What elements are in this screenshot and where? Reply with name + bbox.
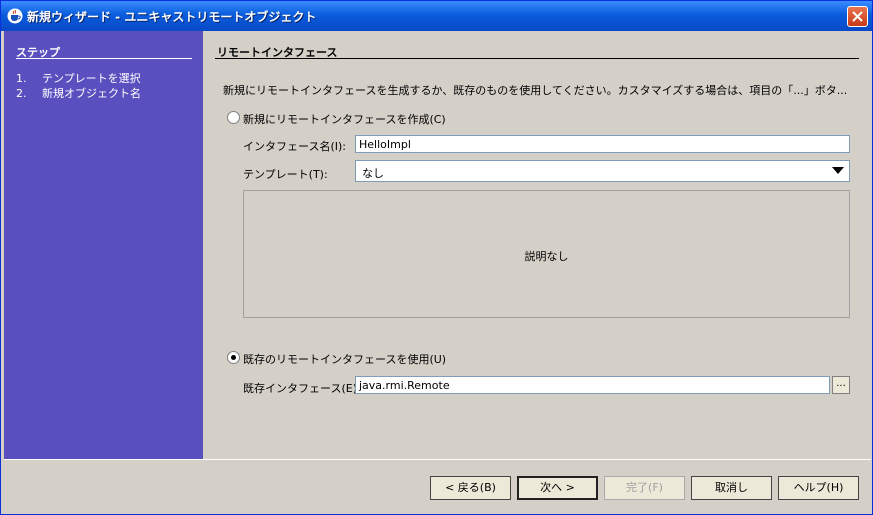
title-bar[interactable]: 新規ウィザード - ユニキャストリモートオブジェクト [1,1,872,31]
new-interface-radio-label[interactable]: 新規にリモートインタフェースを作成(C) [243,111,446,127]
step-number: 2. [16,87,27,100]
java-cup-icon [7,8,23,24]
step-label: 新規オブジェクト名 [42,87,141,100]
template-label: テンプレート(T): [243,168,328,181]
panel-description: 新規にリモートインタフェースを生成するか、既存のものを使用してください。カスタマ… [223,84,848,97]
template-select-value: なし [362,167,384,180]
browse-button[interactable]: ... [832,376,850,394]
cancel-button[interactable]: 取消し [691,476,772,500]
close-button[interactable] [847,6,868,27]
template-select[interactable]: なし [355,160,850,182]
next-button[interactable]: 次へ > [517,476,598,500]
steps-panel: ステップ 1. テンプレートを選択 2. 新規オブジェクト名 [4,31,203,459]
wizard-window: 新規ウィザード - ユニキャストリモートオブジェクト ステップ 1. テンプレート… [0,0,873,515]
new-interface-radio[interactable] [227,111,240,124]
template-description: 説明なし [524,250,569,263]
button-bar-divider [4,459,871,460]
step-item: 1. テンプレートを選択 [16,70,141,86]
existing-interface-radio-label[interactable]: 既存のリモートインタフェースを使用(U) [243,351,446,367]
step-label: テンプレートを選択 [42,72,141,85]
close-icon [852,11,863,22]
interface-name-label: インタフェース名(I): [243,140,346,153]
step-number: 1. [16,72,27,85]
existing-interface-input[interactable]: java.rmi.Remote [355,376,830,394]
chevron-down-icon[interactable] [832,167,844,174]
finish-button[interactable]: 完了(F) [604,476,685,500]
template-description-box: 説明なし [243,190,850,318]
help-button[interactable]: ヘルプ(H) [778,476,859,500]
back-button[interactable]: < 戻る(B) [430,476,511,500]
step-item: 2. 新規オブジェクト名 [16,85,141,101]
panel-title-divider [215,58,859,59]
existing-interface-radio[interactable] [227,351,240,364]
steps-divider [16,58,192,59]
content-panel: リモートインタフェース 新規にリモートインタフェースを生成するか、既存のものを使… [203,31,871,459]
existing-interface-label: 既存インタフェース(E): [243,382,361,395]
window-title: 新規ウィザード - ユニキャストリモートオブジェクト [27,10,317,24]
interface-name-input[interactable]: HelloImpl [355,135,850,153]
